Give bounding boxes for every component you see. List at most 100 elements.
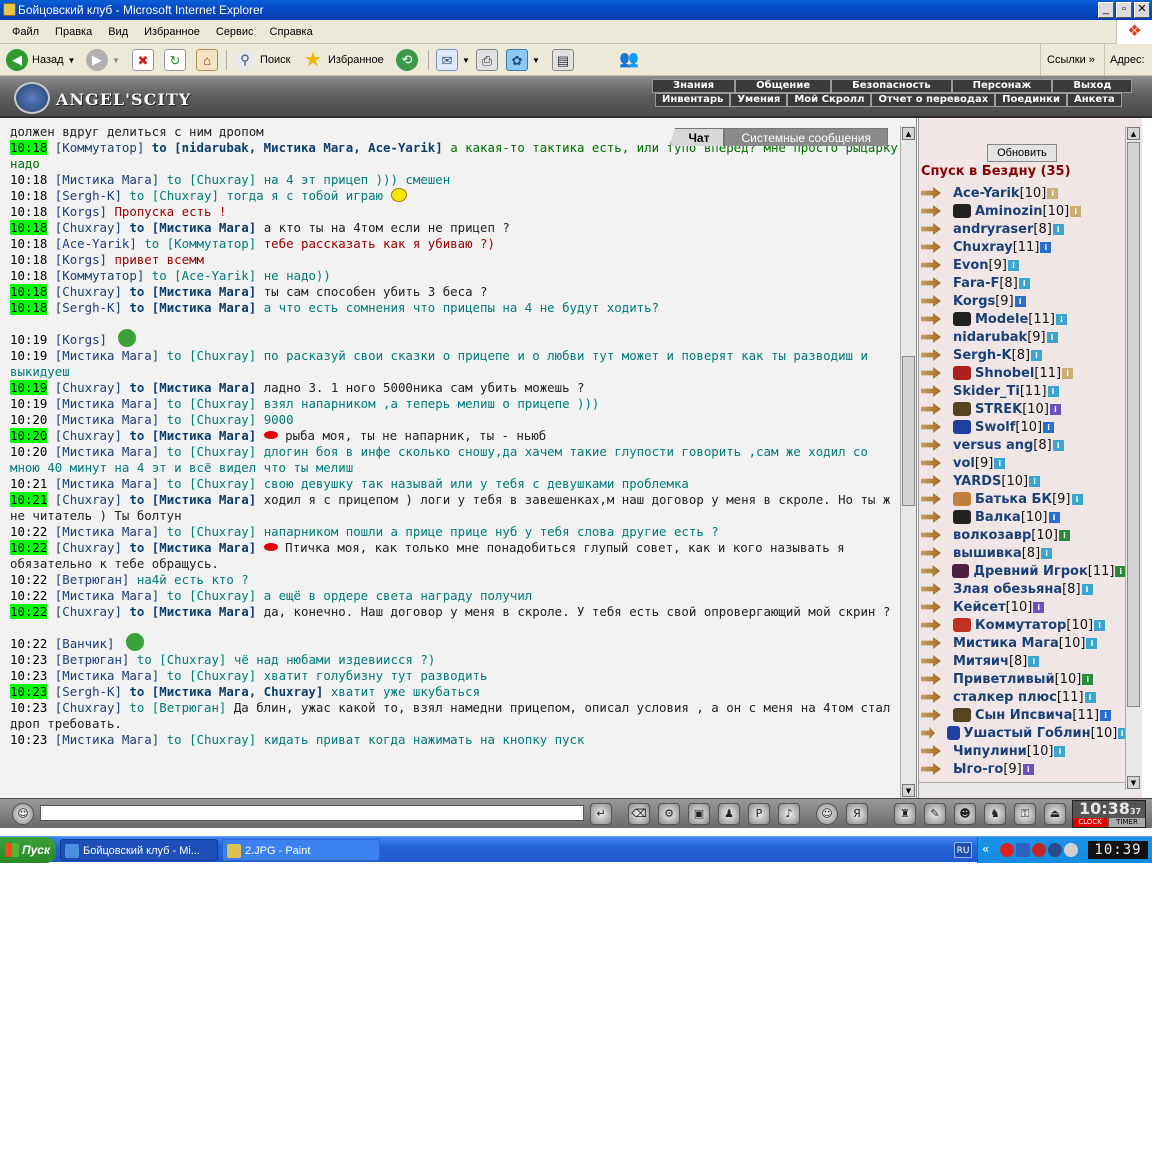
scroll-icon[interactable]: ✎ xyxy=(924,803,946,825)
private-message-arrow-icon[interactable] xyxy=(921,565,941,577)
user-info-icon[interactable]: i xyxy=(1041,547,1053,559)
message-recipients[interactable]: to [Мистика Мага, Chuxray] xyxy=(129,684,323,699)
nav-knowledge[interactable]: Знания xyxy=(652,79,736,93)
walk-icon[interactable]: ♟ xyxy=(718,803,740,825)
bag-icon[interactable]: ♜ xyxy=(894,803,916,825)
user-info-icon[interactable]: i xyxy=(1033,601,1045,613)
mail-button[interactable]: ✉ ▼ xyxy=(436,48,470,72)
nav-skills[interactable]: Умения xyxy=(730,93,788,107)
menu-file[interactable]: Файл xyxy=(4,20,47,44)
nav-communication[interactable]: Общение xyxy=(735,79,832,93)
user-info-icon[interactable]: i xyxy=(1058,529,1070,541)
clan-emblem-icon[interactable] xyxy=(953,312,971,326)
clan-emblem-icon[interactable] xyxy=(953,204,971,218)
private-message-arrow-icon[interactable] xyxy=(921,709,941,721)
message-time[interactable]: 10:23 xyxy=(10,732,47,747)
network-icon[interactable] xyxy=(1016,843,1030,857)
message-time[interactable]: 10:21 xyxy=(10,476,47,491)
message-sender[interactable]: [Chuxray] xyxy=(55,540,122,555)
private-message-arrow-icon[interactable] xyxy=(921,187,941,199)
user-info-icon[interactable]: i xyxy=(994,457,1006,469)
message-time[interactable]: 10:18 xyxy=(10,252,47,267)
clan-icon[interactable]: ♞ xyxy=(984,803,1006,825)
message-recipients[interactable]: to [Мистика Мага] xyxy=(129,300,256,315)
message-time[interactable]: 10:19 xyxy=(10,332,47,347)
nav-my-scroll[interactable]: Мой Скролл xyxy=(787,93,872,107)
users-hscrollbar[interactable] xyxy=(919,782,1125,796)
message-sender[interactable]: [Ветрюган] xyxy=(55,572,130,587)
send-button[interactable]: ↵ xyxy=(590,803,612,825)
clear-icon[interactable]: ⌫ xyxy=(628,803,650,825)
message-sender[interactable]: [Мистика Мага] xyxy=(55,172,159,187)
user-info-icon[interactable]: i xyxy=(1047,187,1059,199)
private-message-arrow-icon[interactable] xyxy=(921,223,941,235)
message-recipients[interactable]: to [Chuxray] xyxy=(167,668,257,683)
message-time[interactable]: 10:22 xyxy=(10,572,47,587)
menu-edit[interactable]: Правка xyxy=(47,20,100,44)
nav-battles[interactable]: Поединки xyxy=(995,93,1067,107)
user-info-icon[interactable]: i xyxy=(1022,763,1034,775)
private-message-arrow-icon[interactable] xyxy=(921,691,941,703)
scroll-down-arrow-icon[interactable]: ▼ xyxy=(902,784,915,797)
translit-icon[interactable]: Я xyxy=(846,803,868,825)
message-sender[interactable]: [Мистика Мага] xyxy=(55,348,159,363)
msn-button[interactable]: 👥 xyxy=(618,48,640,72)
discuss-button[interactable]: ▤ xyxy=(552,48,574,72)
user-info-icon[interactable]: i xyxy=(1029,475,1041,487)
message-recipients[interactable]: to [Chuxray] xyxy=(137,652,227,667)
user-info-icon[interactable]: i xyxy=(1047,385,1059,397)
message-sender[interactable]: [Мистика Мага] xyxy=(55,444,159,459)
private-message-arrow-icon[interactable] xyxy=(921,331,941,343)
private-message-arrow-icon[interactable] xyxy=(921,745,941,757)
scroll-up-arrow-icon[interactable]: ▲ xyxy=(1127,127,1140,140)
private-message-arrow-icon[interactable] xyxy=(921,439,941,451)
user-name[interactable]: Мистика Мага xyxy=(953,636,1059,651)
message-time[interactable]: 10:23 xyxy=(10,700,47,715)
message-recipients[interactable]: to [nidarubak, Мистика Мага, Ace-Yarik] xyxy=(152,140,443,155)
users-scrollbar[interactable]: ▲ ▼ xyxy=(1125,126,1141,790)
private-message-arrow-icon[interactable] xyxy=(921,385,941,397)
private-message-arrow-icon[interactable] xyxy=(921,583,941,595)
user-name[interactable]: Древний Игрок xyxy=(973,564,1087,579)
message-recipients[interactable]: to [Мистика Мага] xyxy=(129,604,256,619)
message-time[interactable]: 10:19 xyxy=(10,348,47,363)
clan-emblem-icon[interactable] xyxy=(946,726,960,740)
user-info-icon[interactable]: i xyxy=(1071,493,1083,505)
forward-button[interactable]: ▶ ▼ xyxy=(86,48,120,72)
private-message-arrow-icon[interactable] xyxy=(921,277,941,289)
chat-message-input[interactable] xyxy=(40,805,584,821)
user-name[interactable]: andryraser xyxy=(953,222,1033,237)
clan-emblem-icon[interactable] xyxy=(953,402,971,416)
user-name[interactable]: Fara-F xyxy=(953,276,999,291)
clan-emblem-icon[interactable] xyxy=(953,366,971,380)
user-name[interactable]: Кейсет xyxy=(953,600,1006,615)
user-name[interactable]: Митяич xyxy=(953,654,1009,669)
private-message-arrow-icon[interactable] xyxy=(921,619,941,631)
user-name[interactable]: Korgs xyxy=(953,294,995,309)
print-button[interactable]: ⎙ xyxy=(476,48,498,72)
user-info-icon[interactable]: i xyxy=(1094,619,1106,631)
tray-expand-icon[interactable]: « xyxy=(982,842,989,856)
private-message-arrow-icon[interactable] xyxy=(921,367,941,379)
private-message-arrow-icon[interactable] xyxy=(921,205,941,217)
user-info-icon[interactable]: i xyxy=(1018,277,1030,289)
message-time[interactable]: 10:18 xyxy=(10,172,47,187)
nav-exit[interactable]: Выход xyxy=(1052,79,1133,93)
message-sender[interactable]: [Sergh-K] xyxy=(55,188,122,203)
smiley-icon[interactable]: ☺ xyxy=(816,803,838,825)
clan-emblem-icon[interactable] xyxy=(953,420,971,434)
user-name[interactable]: Злая обезьяна xyxy=(953,582,1062,597)
filter-icon[interactable]: ⚙ xyxy=(658,803,680,825)
message-time[interactable]: 10:22 xyxy=(10,524,47,539)
close-button[interactable]: ✕ xyxy=(1134,2,1150,18)
message-recipients[interactable]: to [Ветрюган] xyxy=(129,700,226,715)
message-sender[interactable]: [Korgs] xyxy=(55,204,107,219)
message-recipients[interactable]: to [Chuxray] xyxy=(129,188,219,203)
user-name[interactable]: волкозавр xyxy=(953,528,1031,543)
user-info-icon[interactable]: i xyxy=(1100,709,1112,721)
message-time[interactable]: 10:22 xyxy=(10,604,48,619)
opera-icon[interactable] xyxy=(1000,843,1014,857)
user-name[interactable]: Сын Ипсвича xyxy=(975,708,1072,723)
private-message-arrow-icon[interactable] xyxy=(921,403,941,415)
message-sender[interactable]: [Коммутатор] xyxy=(55,268,145,283)
